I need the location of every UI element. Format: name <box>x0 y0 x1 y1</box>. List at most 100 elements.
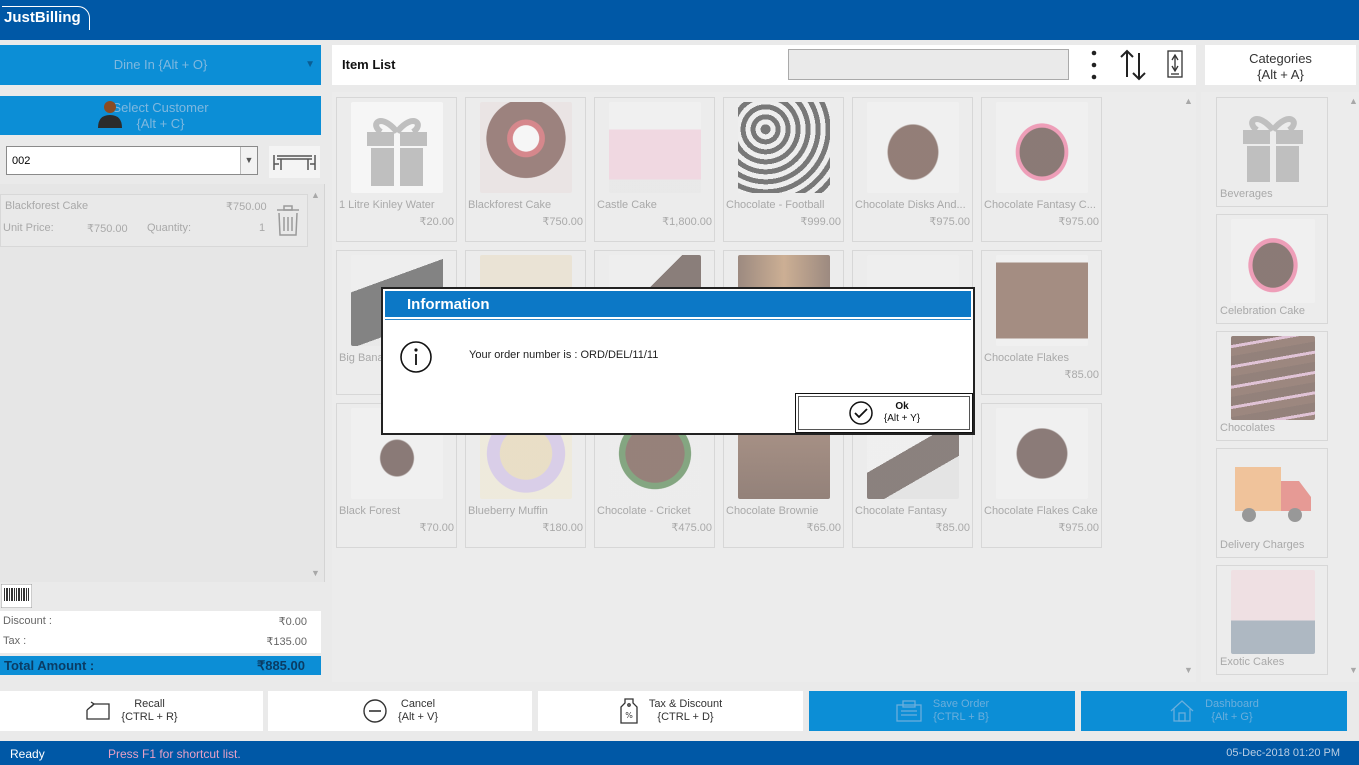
cart-item[interactable]: Blackforest Cake ₹750.00 Unit Price: ₹75… <box>0 194 308 247</box>
table-button[interactable] <box>269 146 320 178</box>
cart-item-unit-price: ₹750.00 <box>87 223 128 235</box>
dashboard-shortcut: {Alt + G} <box>1211 711 1253 723</box>
chevron-down-icon[interactable]: ▼ <box>240 147 257 174</box>
item-name: Chocolate - Football <box>726 199 825 211</box>
more-options-icon[interactable] <box>1084 48 1104 82</box>
tax-discount-shortcut: {CTRL + D} <box>657 711 714 723</box>
tax-value: ₹135.00 <box>266 636 307 648</box>
grid-scroll-up-icon[interactable]: ▲ <box>1184 96 1193 106</box>
item-card[interactable]: Chocolate - Football ₹999.00 <box>723 97 844 242</box>
total-value: ₹885.00 <box>256 658 305 673</box>
save-order-icon <box>896 700 922 722</box>
category-scroll-down-icon[interactable]: ▼ <box>1349 665 1358 675</box>
select-customer-shortcut: {Alt + C} <box>136 115 185 131</box>
tax-discount-label: Tax & Discount <box>648 698 723 710</box>
item-price: ₹85.00 <box>935 522 970 534</box>
item-card[interactable]: Chocolate Fantasy C... ₹975.00 <box>981 97 1102 242</box>
discount-label: Discount : <box>3 615 52 627</box>
categories-button[interactable]: Categories {Alt + A} <box>1205 45 1356 85</box>
item-card[interactable]: 1 Litre Kinley Water ₹20.00 <box>336 97 457 242</box>
item-image <box>738 102 830 193</box>
status-bar: Ready Press F1 for shortcut list. 05-Dec… <box>0 741 1359 765</box>
barcode-icon[interactable] <box>1 584 32 608</box>
item-card[interactable]: Chocolate Disks And... ₹975.00 <box>852 97 973 242</box>
item-price: ₹85.00 <box>1064 369 1099 381</box>
select-customer-button[interactable]: Select Customer {Alt + C} <box>0 96 321 135</box>
delivery-truck-icon <box>1235 467 1311 522</box>
category-name: Chocolates <box>1220 422 1276 434</box>
categories-label: Categories <box>1249 51 1312 66</box>
tax-discount-button[interactable]: % Tax & Discount {CTRL + D} <box>538 691 803 731</box>
item-card[interactable]: Chocolate Flakes Cake ₹975.00 <box>981 403 1102 548</box>
item-image <box>996 408 1088 499</box>
price-tag-icon: % <box>620 698 638 724</box>
cart-item-total: ₹750.00 <box>226 201 267 213</box>
cart-scroll-up-icon[interactable]: ▲ <box>311 190 320 200</box>
save-order-shortcut: {CTRL + B} <box>933 711 989 723</box>
item-name: Blackforest Cake <box>468 199 552 211</box>
ok-shortcut: {Alt + Y} <box>883 413 921 424</box>
status-ready: Ready <box>10 747 45 761</box>
category-name: Exotic Cakes <box>1220 656 1285 668</box>
grid-scroll-down-icon[interactable]: ▼ <box>1184 665 1193 675</box>
category-card[interactable]: Chocolates <box>1216 331 1328 441</box>
item-image <box>351 102 443 193</box>
dialog-divider <box>385 319 971 320</box>
save-order-button[interactable]: Save Order {CTRL + B} <box>809 691 1075 731</box>
item-search-input[interactable] <box>788 49 1069 80</box>
dashboard-button[interactable]: Dashboard {Alt + G} <box>1081 691 1347 731</box>
select-customer-label: Select Customer <box>112 99 209 115</box>
info-icon <box>400 341 432 373</box>
trash-icon[interactable] <box>275 205 301 237</box>
category-card[interactable]: Celebration Cake <box>1216 214 1328 324</box>
recall-button[interactable]: Recall {CTRL + R} <box>0 691 263 731</box>
item-name: Chocolate - Cricket <box>597 505 691 517</box>
dine-in-label: Dine In {Alt + O} <box>113 57 208 72</box>
gift-icon <box>1243 116 1303 182</box>
total-amount-bar: Total Amount : ₹885.00 <box>0 656 321 675</box>
category-image <box>1231 336 1315 420</box>
category-card[interactable]: Beverages <box>1216 97 1328 207</box>
item-card[interactable]: Blackforest Cake ₹750.00 <box>465 97 586 242</box>
recall-icon <box>86 701 111 720</box>
cart-item-quantity: 1 <box>259 222 266 234</box>
category-card[interactable]: Exotic Cakes <box>1216 565 1328 675</box>
item-name: Chocolate Brownie <box>726 505 819 517</box>
sort-icon[interactable] <box>1116 47 1150 83</box>
tax-label: Tax : <box>3 635 27 647</box>
item-price: ₹750.00 <box>542 216 583 228</box>
ok-label: Ok <box>895 401 909 412</box>
item-name: Blueberry Muffin <box>468 505 548 517</box>
item-price: ₹999.00 <box>800 216 841 228</box>
item-name: 1 Litre Kinley Water <box>339 199 435 211</box>
category-name: Celebration Cake <box>1220 305 1305 317</box>
status-datetime: 05-Dec-2018 01:20 PM <box>1226 747 1340 759</box>
filter-icon[interactable] <box>1162 49 1188 79</box>
cart-item-unit-price-label: Unit Price: <box>3 222 54 234</box>
title-bar <box>0 0 1359 40</box>
cart-item-name: Blackforest Cake <box>5 200 89 212</box>
item-image <box>996 102 1088 193</box>
item-price: ₹975.00 <box>929 216 970 228</box>
order-number-select[interactable]: 002 ▼ <box>6 146 258 175</box>
item-price: ₹975.00 <box>1058 216 1099 228</box>
item-price: ₹20.00 <box>419 216 454 228</box>
cart-scroll-down-icon[interactable]: ▼ <box>311 568 320 578</box>
item-price: ₹475.00 <box>671 522 712 534</box>
category-scroll-up-icon[interactable]: ▲ <box>1349 96 1358 106</box>
item-price: ₹1,800.00 <box>662 216 712 228</box>
item-list-title: Item List <box>342 57 396 72</box>
customer-icon <box>98 101 122 128</box>
item-image <box>867 102 959 193</box>
category-card[interactable]: Delivery Charges <box>1216 448 1328 558</box>
dine-in-button[interactable]: Dine In {Alt + O} ▼ <box>0 45 321 85</box>
cancel-button[interactable]: Cancel {Alt + V} <box>268 691 532 731</box>
item-price: ₹70.00 <box>419 522 454 534</box>
cancel-label: Cancel <box>400 698 436 710</box>
item-card[interactable]: Chocolate Flakes ₹85.00 <box>981 250 1102 395</box>
item-price: ₹65.00 <box>806 522 841 534</box>
cancel-shortcut: {Alt + V} <box>397 711 439 723</box>
item-card[interactable]: Castle Cake ₹1,800.00 <box>594 97 715 242</box>
dashboard-label: Dashboard <box>1205 698 1259 710</box>
ok-button[interactable]: Ok {Alt + Y} <box>795 393 973 433</box>
